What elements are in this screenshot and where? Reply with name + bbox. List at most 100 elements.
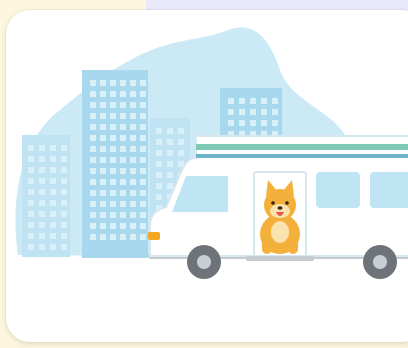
building-window (39, 233, 45, 239)
building-window (90, 135, 96, 141)
building-window (110, 80, 116, 86)
building-window (120, 80, 126, 86)
building-window (50, 244, 56, 250)
building-window (50, 156, 56, 162)
building-window (90, 201, 96, 207)
building-window (90, 113, 96, 119)
building-window (272, 109, 278, 115)
building-window (156, 161, 162, 167)
building-window (228, 98, 234, 104)
building-window (28, 189, 34, 195)
building-window (28, 211, 34, 217)
building-window (130, 113, 136, 119)
building-window (100, 80, 106, 86)
building-window (100, 223, 106, 229)
wheel-front (187, 245, 221, 279)
building-window (120, 113, 126, 119)
building-window (140, 113, 146, 119)
building-window (28, 178, 34, 184)
dog-chest (271, 221, 289, 243)
building-window (61, 156, 67, 162)
building-window (250, 120, 256, 126)
building-window (130, 190, 136, 196)
building-window (90, 124, 96, 130)
building-window (140, 146, 146, 152)
building-window (100, 179, 106, 185)
building-window (130, 179, 136, 185)
building-window (110, 234, 116, 240)
building-window (61, 233, 67, 239)
building-window (90, 190, 96, 196)
building-window (50, 189, 56, 195)
building-window (110, 113, 116, 119)
building-window (50, 233, 56, 239)
building-window (140, 212, 146, 218)
building-window (100, 157, 106, 163)
building-window (228, 109, 234, 115)
building-window (61, 167, 67, 173)
building-window (110, 190, 116, 196)
building-window (28, 233, 34, 239)
building-window (100, 135, 106, 141)
building-window (110, 223, 116, 229)
building-window (90, 157, 96, 163)
building-window (140, 201, 146, 207)
building-window (130, 102, 136, 108)
building-window (120, 223, 126, 229)
dog-nose (277, 206, 283, 210)
building-window (167, 161, 173, 167)
building-window (167, 172, 173, 178)
van-stripe-bottom (196, 154, 408, 158)
dog-eye-right (285, 201, 289, 205)
building-window (239, 98, 245, 104)
dog-leg-left (262, 238, 272, 254)
building-window (110, 135, 116, 141)
building-window (110, 102, 116, 108)
building-window (130, 234, 136, 240)
dog-eye-left (271, 201, 275, 205)
building-window (120, 179, 126, 185)
building-window (28, 200, 34, 206)
building-window (120, 234, 126, 240)
building-window (110, 201, 116, 207)
building-window (239, 109, 245, 115)
building-window (120, 102, 126, 108)
building-window (61, 189, 67, 195)
building-window (100, 102, 106, 108)
building-window (178, 128, 184, 134)
building-window (130, 80, 136, 86)
building-window (110, 91, 116, 97)
building-window (90, 91, 96, 97)
building-window (100, 91, 106, 97)
building-window (39, 222, 45, 228)
building-window (39, 178, 45, 184)
building-window (140, 80, 146, 86)
building-window (228, 120, 234, 126)
building-window (39, 211, 45, 217)
building-window (156, 150, 162, 156)
building-window (39, 167, 45, 173)
building-window (156, 128, 162, 134)
van-illustration (15, 27, 408, 279)
building-window (130, 91, 136, 97)
building-window (110, 179, 116, 185)
building-window (110, 157, 116, 163)
building-window (90, 146, 96, 152)
building-window (50, 167, 56, 173)
building-window (140, 135, 146, 141)
building-window (90, 102, 96, 108)
building-window (90, 212, 96, 218)
building-window (90, 80, 96, 86)
building-window (120, 135, 126, 141)
building-window (120, 168, 126, 174)
building-window (50, 145, 56, 151)
building-window (100, 234, 106, 240)
building-window (130, 212, 136, 218)
building-window (140, 91, 146, 97)
building-window (50, 200, 56, 206)
van-window-1 (316, 172, 360, 208)
building-window (61, 211, 67, 217)
building-window (28, 156, 34, 162)
building-window (28, 222, 34, 228)
building-window (167, 150, 173, 156)
